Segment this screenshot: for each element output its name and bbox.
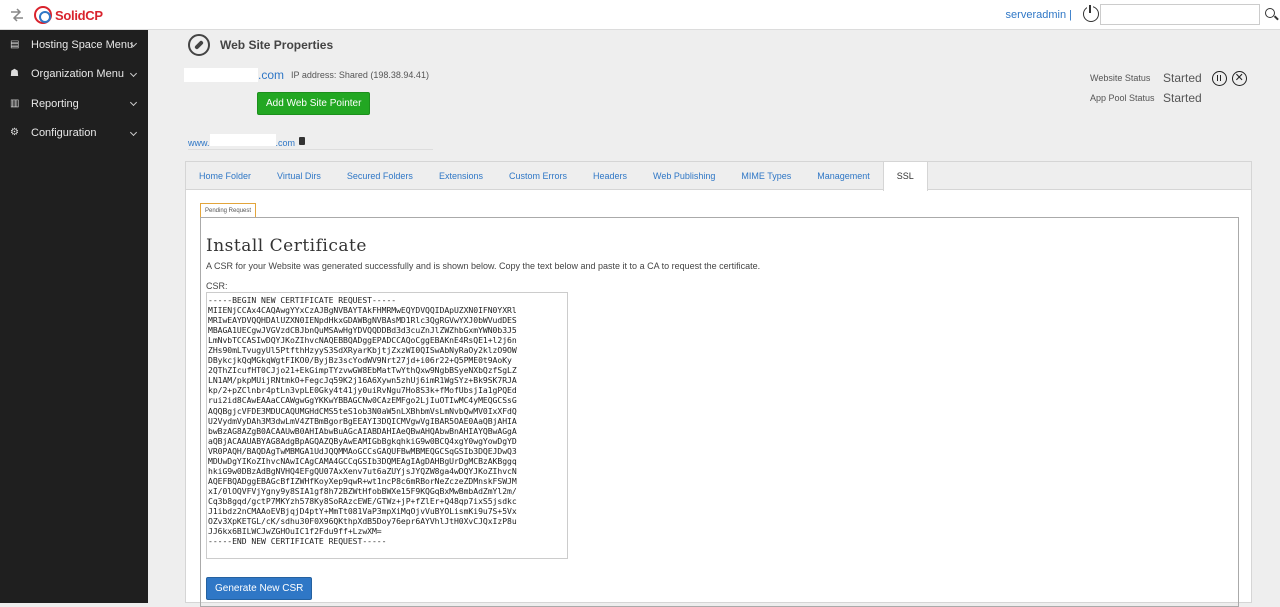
username[interactable]: serveradmin bbox=[1006, 9, 1067, 21]
app-pool-status-row: App Pool Status Started bbox=[1090, 88, 1270, 108]
compass-icon bbox=[188, 34, 210, 56]
user-link[interactable]: serveradmin | bbox=[1006, 9, 1072, 21]
search-icon[interactable] bbox=[1265, 8, 1275, 18]
pointer-prefix[interactable]: www. bbox=[188, 138, 210, 148]
sidebar-item-label: Hosting Space Menu bbox=[31, 38, 134, 51]
divider bbox=[188, 149, 433, 150]
gears-icon: ⚙ bbox=[10, 127, 19, 139]
domain-name[interactable]: .com bbox=[258, 68, 284, 82]
app-pool-status-value: Started bbox=[1163, 91, 1202, 105]
search-input[interactable] bbox=[1100, 4, 1260, 25]
top-bar: SolidCP serveradmin | bbox=[0, 0, 1280, 30]
website-status-label: Website Status bbox=[1090, 73, 1151, 83]
redacted-pointer bbox=[209, 134, 276, 146]
sidebar-toggle-icon[interactable] bbox=[10, 8, 24, 22]
chevron-down-icon bbox=[129, 69, 138, 77]
pointer-link[interactable]: www. .com bbox=[188, 134, 295, 148]
website-status-value: Started bbox=[1163, 71, 1202, 85]
web-site-pointer: www. .com bbox=[188, 134, 306, 148]
tab-home-folder[interactable]: Home Folder bbox=[186, 162, 264, 189]
stop-icon[interactable]: ✕ bbox=[1231, 70, 1247, 86]
app-pool-status-label: App Pool Status bbox=[1090, 93, 1155, 103]
brand-logo[interactable]: SolidCP bbox=[34, 6, 103, 24]
csr-label: CSR: bbox=[206, 281, 228, 291]
logout-icon[interactable] bbox=[1083, 5, 1099, 22]
tab-virtual-dirs[interactable]: Virtual Dirs bbox=[264, 162, 334, 189]
sidebar-item-label: Configuration bbox=[31, 127, 97, 140]
ip-address: IP address: Shared (198.38.94.41) bbox=[291, 70, 429, 80]
tab-mime-types[interactable]: MIME Types bbox=[728, 162, 804, 189]
sidebar-item-organization-menu[interactable]: ☗ Organization Menu bbox=[0, 60, 148, 90]
sidebar-item-label: Reporting bbox=[31, 97, 79, 110]
pause-icon[interactable] bbox=[1211, 70, 1227, 86]
tab-bar: Home Folder Virtual Dirs Secured Folders… bbox=[186, 162, 1251, 191]
sidebar-item-reporting[interactable]: ▥ Reporting bbox=[0, 89, 148, 119]
tab-pending-request[interactable]: Pending Request bbox=[200, 203, 257, 217]
brand-name: SolidCP bbox=[55, 7, 103, 23]
page-title: Web Site Properties bbox=[220, 38, 334, 52]
tab-management[interactable]: Management bbox=[804, 162, 883, 189]
users-icon: ☗ bbox=[10, 68, 19, 80]
chevron-down-icon bbox=[129, 128, 138, 136]
tab-custom-errors[interactable]: Custom Errors bbox=[496, 162, 580, 189]
page-header: Web Site Properties bbox=[188, 34, 333, 56]
chevron-down-icon bbox=[129, 98, 138, 107]
tab-headers[interactable]: Headers bbox=[580, 162, 640, 189]
server-icon: ▤ bbox=[10, 38, 20, 50]
chart-icon: ▥ bbox=[10, 97, 20, 109]
ssl-panel: Install Certificate A CSR for your Websi… bbox=[200, 217, 1239, 607]
redacted-domain bbox=[184, 68, 258, 82]
website-status-row: Website Status Started ✕ bbox=[1090, 68, 1270, 88]
sidebar: ▤ Hosting Space Menu ☗ Organization Menu… bbox=[0, 30, 148, 603]
main-content: Web Site Properties .com IP address: Sha… bbox=[148, 30, 1280, 607]
sidebar-item-configuration[interactable]: ⚙ Configuration bbox=[0, 119, 148, 149]
csr-textarea[interactable]: -----BEGIN NEW CERTIFICATE REQUEST----- … bbox=[206, 292, 568, 559]
add-web-site-pointer-button[interactable]: Add Web Site Pointer bbox=[257, 92, 371, 115]
sidebar-item-label: Organization Menu bbox=[31, 68, 124, 81]
install-certificate-heading: Install Certificate bbox=[206, 236, 367, 256]
properties-tabs: Home Folder Virtual Dirs Secured Folders… bbox=[185, 161, 1252, 607]
logo-icon bbox=[34, 6, 52, 24]
generate-new-csr-button[interactable]: Generate New CSR bbox=[206, 577, 313, 600]
tab-ssl[interactable]: SSL bbox=[882, 162, 928, 191]
pointer-suffix[interactable]: .com bbox=[276, 138, 296, 148]
tab-web-publishing[interactable]: Web Publishing bbox=[640, 162, 728, 189]
user-separator: | bbox=[1069, 9, 1072, 21]
domain-row: .com IP address: Shared (198.38.94.41) bbox=[184, 68, 429, 82]
csr-description: A CSR for your Website was generated suc… bbox=[206, 261, 761, 271]
status-panel: Website Status Started ✕ App Pool Status… bbox=[1090, 68, 1270, 108]
trash-icon[interactable] bbox=[299, 137, 306, 145]
tab-secured-folders[interactable]: Secured Folders bbox=[334, 162, 426, 189]
sidebar-item-hosting-space-menu[interactable]: ▤ Hosting Space Menu bbox=[0, 30, 148, 60]
tab-extensions[interactable]: Extensions bbox=[426, 162, 496, 189]
